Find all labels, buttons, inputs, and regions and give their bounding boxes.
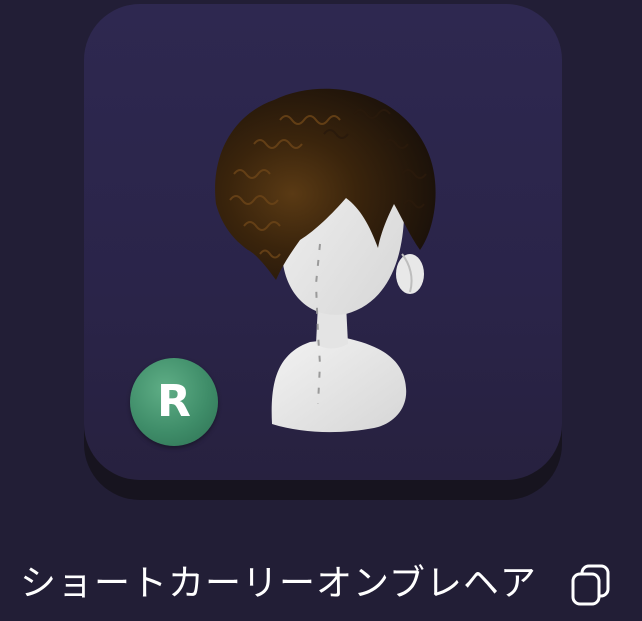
rarity-badge: R	[130, 358, 218, 446]
item-detail-screen: R ショートカーリーオンブレヘア	[0, 0, 642, 621]
item-name: ショートカーリーオンブレヘア	[20, 563, 537, 604]
copy-icon[interactable]	[568, 562, 614, 608]
rarity-label: R	[157, 376, 191, 427]
item-preview-card[interactable]: R	[84, 4, 562, 480]
